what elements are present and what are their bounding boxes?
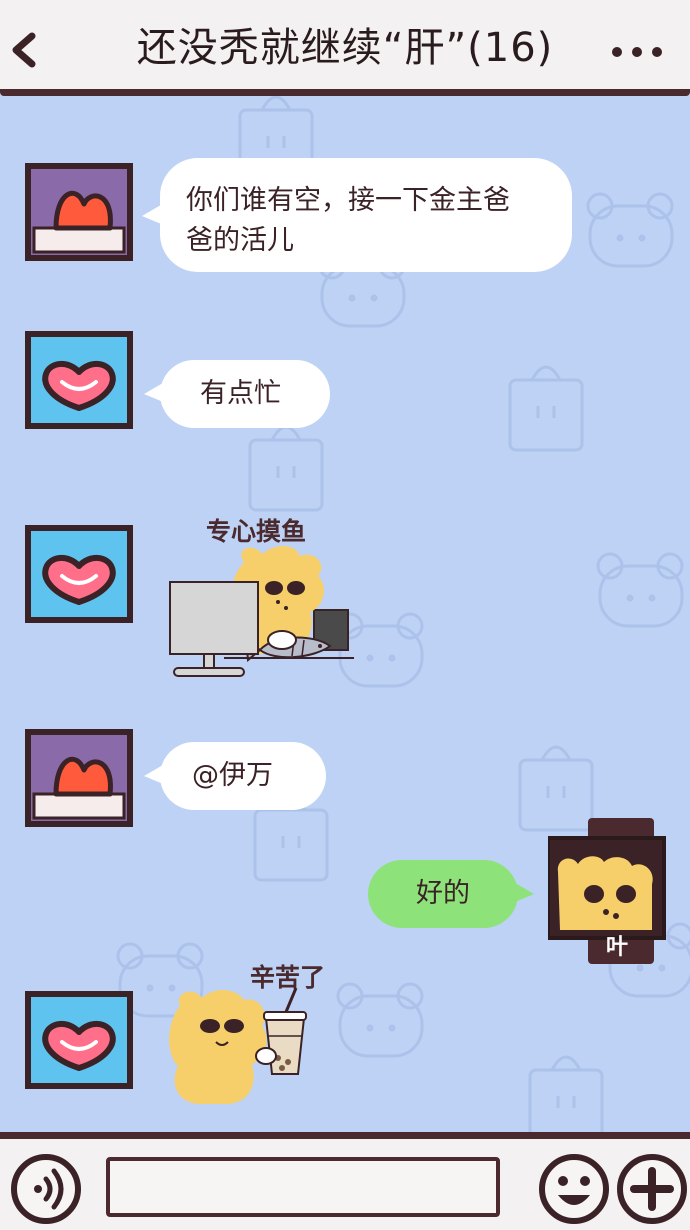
message-bubble-self[interactable]: 好的: [368, 860, 534, 928]
message-text: 好的: [416, 878, 470, 909]
message-text: 爸的活儿: [186, 225, 294, 256]
message-text: 你们谁有空，接一下金主爸: [186, 185, 510, 216]
more-dots-icon[interactable]: [610, 44, 664, 60]
avatar-purple[interactable]: [24, 162, 134, 262]
emoji-icon[interactable]: [536, 1151, 612, 1227]
avatar-self-bear[interactable]: 叶: [548, 818, 666, 964]
chat-header: 还没秃就继续“肝”(16): [0, 0, 690, 96]
avatar-blue[interactable]: [24, 330, 134, 430]
voice-icon[interactable]: [8, 1151, 84, 1227]
bear-with-drink-illustration: [169, 987, 307, 1104]
avatar-blue[interactable]: [24, 990, 134, 1090]
message-bubble-2[interactable]: 有点忙: [144, 360, 330, 428]
avatar-purple[interactable]: [24, 728, 134, 828]
message-bubble-1[interactable]: 你们谁有空，接一下金主爸 爸的活儿: [142, 158, 572, 272]
mention-text: @伊万: [192, 760, 273, 791]
avatar-blue[interactable]: [24, 524, 134, 624]
sticker-thanks-for-hard-work[interactable]: 辛苦了: [164, 958, 344, 1108]
message-bubble-4[interactable]: @伊万: [144, 742, 326, 810]
message-text: 有点忙: [200, 378, 281, 409]
message-input[interactable]: [106, 1157, 500, 1217]
plus-icon[interactable]: [616, 1151, 690, 1227]
bear-at-computer-illustration: [169, 545, 354, 677]
avatar-self-label: 叶: [606, 935, 629, 960]
chat-title: 还没秃就继续“肝”(16): [136, 25, 554, 71]
sticker-slacking-off[interactable]: 专心摸鱼: [164, 512, 364, 682]
input-bar: [0, 1132, 690, 1230]
